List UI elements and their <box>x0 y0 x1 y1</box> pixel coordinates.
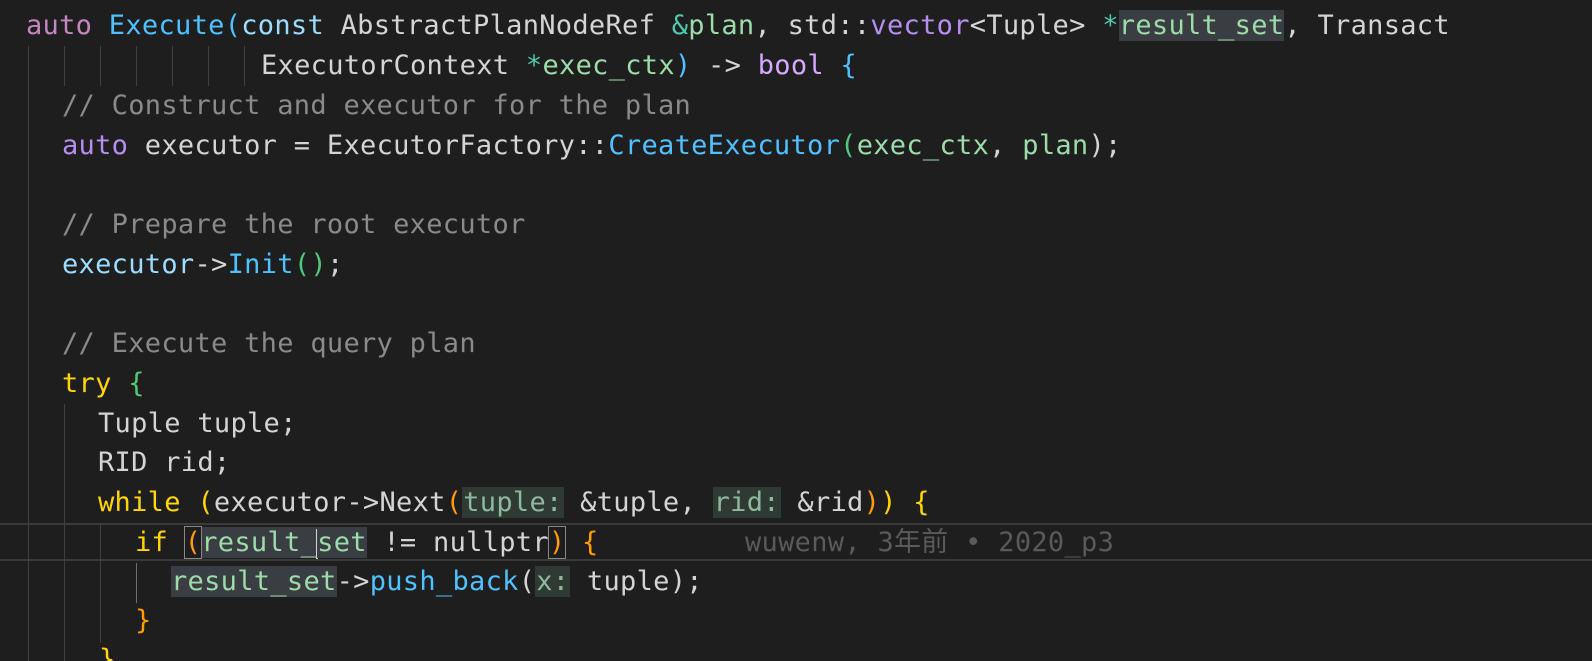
brace: { <box>128 368 145 399</box>
paren-close: ); <box>1088 130 1122 161</box>
ptr-operator: * <box>1102 10 1119 41</box>
git-blame-annotation[interactable]: wuwenw, 3年前 • 2020_p3 <box>745 523 1114 563</box>
arg-tuple: tuple <box>570 566 670 597</box>
paren: ( <box>518 566 536 597</box>
arrow: -> <box>336 566 370 597</box>
var-result-set-part1: result_ <box>201 527 318 558</box>
arrow: -> <box>194 249 228 280</box>
brace-close: } <box>135 605 152 636</box>
paren: ( <box>293 249 311 280</box>
code-line-6[interactable]: // Prepare the root executor <box>0 205 1592 245</box>
paren: ( <box>197 487 214 518</box>
code-line-4[interactable]: auto executor = ExecutorFactory::CreateE… <box>0 126 1592 166</box>
arrow: -> <box>691 50 758 81</box>
param-exec-ctx: exec_ctx <box>542 50 675 81</box>
comma: , <box>1284 10 1318 41</box>
function-name: Execute <box>108 10 225 41</box>
paren: ( <box>445 487 463 518</box>
ref-operator: & <box>671 10 689 41</box>
ptr-operator: * <box>525 50 543 81</box>
keyword-auto: auto <box>62 130 129 161</box>
code-line-2[interactable]: ExecutorContext *exec_ctx) -> bool { <box>0 46 1592 86</box>
compare-nullptr: != nullptr <box>366 527 549 558</box>
paren: ( <box>224 10 242 41</box>
inlay-hint-tuple: tuple: <box>462 487 564 518</box>
var-result-set: result_set <box>171 566 337 597</box>
template-args: <Tuple> <box>969 10 1103 41</box>
keyword-bool: bool <box>757 50 824 81</box>
code-line-13[interactable]: while (executor->Next(tuple: &tuple, rid… <box>0 483 1592 523</box>
decl-tuple: Tuple tuple; <box>98 408 297 439</box>
scope-op: :: <box>837 10 871 41</box>
paren-matched-close: ) <box>547 526 567 559</box>
paren: ) <box>674 50 692 81</box>
code-line-14[interactable]: if (result_set != nullptr) { wuwenw, 3年前… <box>0 523 1592 563</box>
param-plan: plan <box>688 10 755 41</box>
paren-close: ) <box>863 487 881 518</box>
paren-close: ) <box>310 249 327 280</box>
decl-rid: RID rid; <box>98 447 231 478</box>
type-transaction: Transact <box>1317 10 1450 41</box>
code-line-3[interactable]: // Construct and executor for the plan <box>0 86 1592 126</box>
keyword-if: if <box>135 527 169 558</box>
type-executor-context: ExecutorContext <box>261 50 526 81</box>
function-create-executor: CreateExecutor <box>608 130 841 161</box>
semicolon: ; <box>686 566 703 597</box>
code-line-16[interactable]: } <box>0 601 1592 641</box>
comment: // Construct and executor for the plan <box>62 90 692 121</box>
type-vector: vector <box>870 10 970 41</box>
inlay-hint-rid: rid: <box>712 487 781 518</box>
method-push-back: push_back <box>369 566 519 597</box>
paren: ( <box>840 130 857 161</box>
paren-matched: ( <box>183 526 203 559</box>
inlay-hint-x: x: <box>535 566 571 597</box>
arg-tuple: &tuple, <box>563 487 713 518</box>
arg-plan: plan <box>1022 130 1089 161</box>
comment: // Execute the query plan <box>62 328 476 359</box>
arg-rid: &rid <box>780 487 864 518</box>
code-editor[interactable]: auto Execute(const AbstractPlanNodeRef &… <box>0 0 1592 661</box>
method-init: Init <box>227 249 294 280</box>
paren-close: ) <box>669 566 687 597</box>
namespace-std: std <box>787 10 838 41</box>
keyword-auto: auto <box>26 10 93 41</box>
comma: , <box>754 10 788 41</box>
code-line-11[interactable]: Tuple tuple; <box>0 404 1592 444</box>
call-executor-next: executor->Next <box>213 487 446 518</box>
assignment: executor = ExecutorFactory:: <box>128 130 609 161</box>
type-name: AbstractPlanNodeRef <box>324 10 672 41</box>
brace: { <box>582 527 599 558</box>
keyword-const: const <box>241 10 325 41</box>
code-line-10[interactable]: try { <box>0 364 1592 404</box>
keyword-while: while <box>98 487 181 518</box>
code-line-9[interactable]: // Execute the query plan <box>0 324 1592 364</box>
brace-close: } <box>99 644 116 661</box>
code-line-1[interactable]: auto Execute(const AbstractPlanNodeRef &… <box>0 6 1592 46</box>
paren-close: ) <box>880 487 897 518</box>
code-line-12[interactable]: RID rid; <box>0 443 1592 483</box>
arg-exec-ctx: exec_ctx <box>856 130 990 161</box>
code-line-7[interactable]: executor->Init(); <box>0 245 1592 285</box>
keyword-try: try <box>62 368 112 399</box>
code-line-15[interactable]: result_set->push_back(x: tuple); <box>0 562 1592 602</box>
comma: , <box>989 130 1023 161</box>
var-executor: executor <box>62 249 195 280</box>
var-result-set-part2: set <box>317 527 367 558</box>
semicolon: ; <box>326 249 344 280</box>
brace: { <box>913 487 930 518</box>
brace: { <box>840 50 858 81</box>
comment: // Prepare the root executor <box>62 209 526 240</box>
code-line-17-partial: } <box>0 640 1592 661</box>
param-result-set: result_set <box>1118 10 1285 41</box>
